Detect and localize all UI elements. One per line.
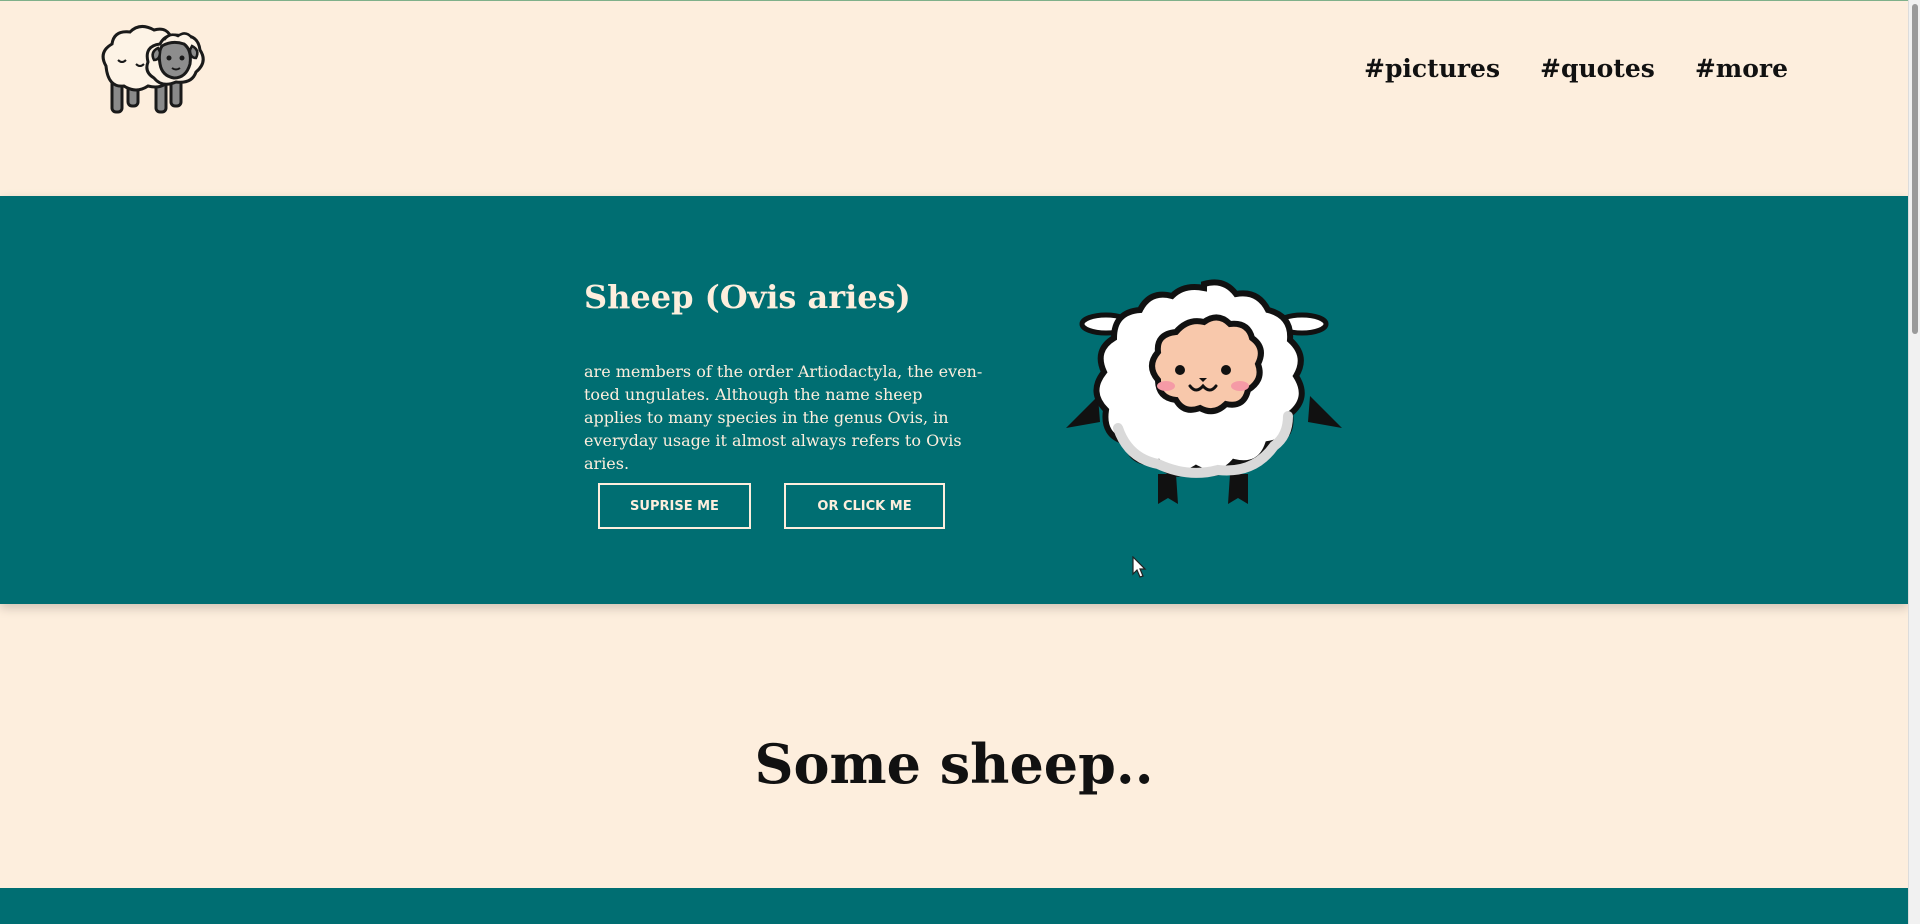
next-section-band xyxy=(0,888,1908,924)
mouse-pointer-icon xyxy=(1132,556,1147,578)
nav-item-quotes[interactable]: #quotes xyxy=(1540,54,1655,83)
click-me-button[interactable]: OR CLICK ME xyxy=(784,483,945,529)
hero-title: Sheep (Ovis aries) xyxy=(584,278,911,316)
vertical-scrollbar[interactable] xyxy=(1908,0,1920,924)
sheep-illustration-icon xyxy=(1066,279,1342,504)
surprise-me-button[interactable]: SUPRISE ME xyxy=(598,483,751,529)
nav-item-more[interactable]: #more xyxy=(1695,54,1788,83)
page: #pictures #quotes #more Sheep (Ovis arie… xyxy=(0,0,1920,924)
nav-item-pictures[interactable]: #pictures xyxy=(1364,54,1500,83)
sheep-logo-icon xyxy=(101,25,205,114)
section-title: Some sheep.. xyxy=(754,732,1154,796)
scrollbar-thumb[interactable] xyxy=(1912,4,1918,334)
site-header: #pictures #quotes #more xyxy=(0,0,1908,196)
hero-description: are members of the order Artiodactyla, t… xyxy=(584,362,983,473)
main-nav: #pictures #quotes #more xyxy=(1364,54,1788,83)
hero-section: Sheep (Ovis aries) are members of the or… xyxy=(0,196,1908,604)
